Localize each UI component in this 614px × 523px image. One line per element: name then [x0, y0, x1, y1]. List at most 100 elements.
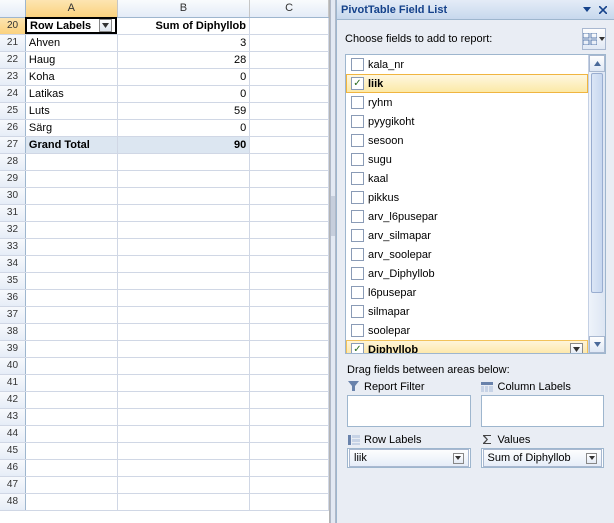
row-header[interactable]: 20 [0, 18, 26, 34]
splitter[interactable] [330, 0, 336, 523]
cell[interactable] [250, 35, 329, 51]
cell[interactable] [250, 256, 329, 272]
field-item-Diphyllob[interactable]: Diphyllob [346, 340, 588, 353]
cell[interactable] [118, 188, 251, 204]
row-header[interactable]: 30 [0, 188, 26, 204]
cell[interactable] [118, 460, 251, 476]
panel-titlebar[interactable]: PivotTable Field List [337, 0, 614, 20]
row-labels-drop[interactable]: liik [347, 448, 471, 468]
cell[interactable] [250, 409, 329, 425]
field-item-arv_silmapar[interactable]: arv_silmapar [346, 226, 588, 245]
cell[interactable]: Haug [26, 52, 118, 68]
row-header[interactable]: 25 [0, 103, 26, 119]
cell[interactable] [26, 273, 118, 289]
row-header[interactable]: 43 [0, 409, 26, 425]
cell[interactable] [26, 409, 118, 425]
checkbox[interactable] [351, 324, 364, 337]
field-item-pikkus[interactable]: pikkus [346, 188, 588, 207]
cell[interactable] [250, 358, 329, 374]
spreadsheet-grid[interactable]: A B C 20Row LabelsSum of Diphyllob21Ahve… [0, 0, 330, 523]
cell[interactable] [118, 426, 251, 442]
field-item-arv_l6pusepar[interactable]: arv_l6pusepar [346, 207, 588, 226]
cell[interactable]: 0 [118, 69, 251, 85]
cell[interactable]: 0 [118, 86, 251, 102]
cell[interactable] [26, 290, 118, 306]
report-filter-drop[interactable] [347, 395, 471, 427]
row-header[interactable]: 42 [0, 392, 26, 408]
row-header[interactable]: 24 [0, 86, 26, 102]
cell[interactable] [118, 477, 251, 493]
cell[interactable]: 59 [118, 103, 251, 119]
cell[interactable] [250, 239, 329, 255]
cell[interactable] [250, 290, 329, 306]
cell[interactable]: 3 [118, 35, 251, 51]
row-header[interactable]: 34 [0, 256, 26, 272]
checkbox[interactable] [351, 153, 364, 166]
cell[interactable] [26, 341, 118, 357]
cell[interactable] [26, 494, 118, 510]
row-header[interactable]: 47 [0, 477, 26, 493]
checkbox[interactable] [351, 96, 364, 109]
close-icon[interactable] [596, 3, 610, 17]
cell[interactable]: Row Labels [25, 17, 117, 34]
row-header[interactable]: 23 [0, 69, 26, 85]
row-header[interactable]: 48 [0, 494, 26, 510]
cell[interactable] [118, 222, 251, 238]
chevron-down-icon[interactable] [570, 343, 583, 353]
field-item-kala_nr[interactable]: kala_nr [346, 55, 588, 74]
scroll-up-icon[interactable] [589, 55, 605, 72]
cell[interactable] [250, 154, 329, 170]
cell[interactable] [118, 324, 251, 340]
row-header[interactable]: 41 [0, 375, 26, 391]
scroll-thumb[interactable] [591, 73, 603, 293]
field-item-soolepar[interactable]: soolepar [346, 321, 588, 340]
cell[interactable] [118, 443, 251, 459]
cell[interactable] [250, 341, 329, 357]
row-header[interactable]: 28 [0, 154, 26, 170]
cell[interactable] [26, 460, 118, 476]
row-header[interactable]: 45 [0, 443, 26, 459]
checkbox[interactable] [351, 343, 364, 353]
cell[interactable] [250, 273, 329, 289]
cell[interactable] [118, 494, 251, 510]
row-header[interactable]: 27 [0, 137, 26, 153]
cell[interactable] [118, 154, 251, 170]
cell[interactable]: Luts [26, 103, 118, 119]
field-item-silmapar[interactable]: silmapar [346, 302, 588, 321]
cell[interactable] [250, 52, 329, 68]
cell[interactable] [26, 171, 118, 187]
cell[interactable] [250, 426, 329, 442]
cell[interactable] [250, 137, 329, 153]
row-header[interactable]: 44 [0, 426, 26, 442]
column-labels-drop[interactable] [481, 395, 605, 427]
dropdown-icon[interactable] [580, 3, 594, 17]
cell[interactable] [250, 86, 329, 102]
cell[interactable] [250, 460, 329, 476]
checkbox[interactable] [351, 267, 364, 280]
col-header-a[interactable]: A [26, 0, 118, 17]
cell[interactable] [250, 392, 329, 408]
checkbox[interactable] [351, 286, 364, 299]
cell[interactable]: Latikas [26, 86, 118, 102]
values-drop[interactable]: Sum of Diphyllob [481, 448, 605, 468]
cell[interactable]: Ahven [26, 35, 118, 51]
cell[interactable] [26, 324, 118, 340]
cell[interactable] [118, 273, 251, 289]
select-all-corner[interactable] [0, 0, 26, 17]
chevron-down-icon[interactable] [453, 453, 464, 464]
cell[interactable] [26, 307, 118, 323]
cell[interactable]: Särg [26, 120, 118, 136]
cell[interactable] [26, 375, 118, 391]
col-header-b[interactable]: B [118, 0, 251, 17]
field-item-liik[interactable]: liik [346, 74, 588, 93]
cell[interactable] [26, 477, 118, 493]
cell[interactable] [250, 222, 329, 238]
scroll-down-icon[interactable] [589, 336, 605, 353]
cell[interactable]: Koha [26, 69, 118, 85]
cell[interactable]: Sum of Diphyllob [117, 18, 250, 34]
checkbox[interactable] [351, 58, 364, 71]
cell[interactable]: Grand Total [26, 137, 118, 153]
field-item-ryhm[interactable]: ryhm [346, 93, 588, 112]
checkbox[interactable] [351, 191, 364, 204]
cell[interactable]: 0 [118, 120, 251, 136]
